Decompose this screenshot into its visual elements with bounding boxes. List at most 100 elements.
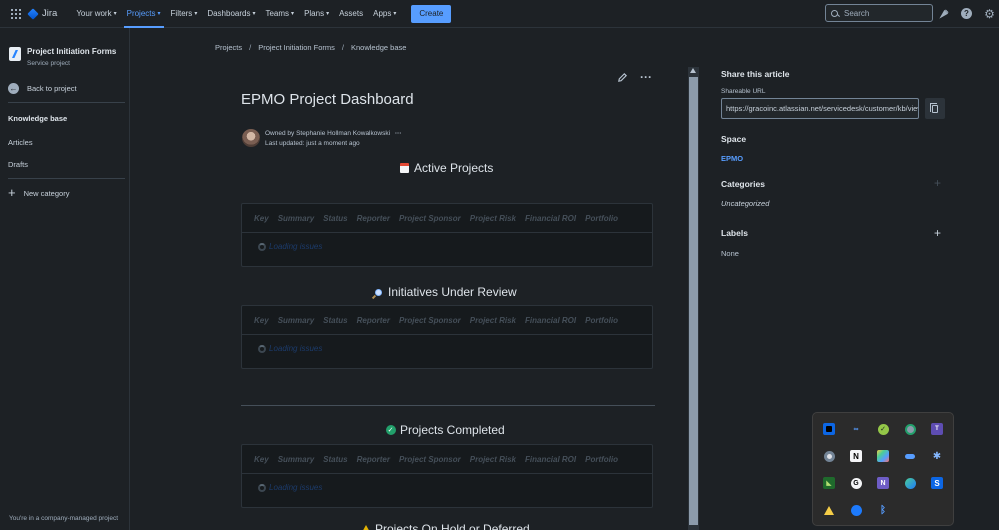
onenote-icon[interactable]: N: [877, 477, 889, 489]
edit-pencil-icon[interactable]: [617, 72, 628, 83]
section-title: Projects Completed: [400, 423, 505, 437]
sidebar-item-knowledge-base[interactable]: Knowledge base: [8, 114, 67, 123]
nav-apps[interactable]: Apps ▾: [368, 0, 401, 28]
nav-label: Filters: [170, 9, 193, 18]
sidebar: Project Initiation Forms Service project…: [0, 28, 130, 530]
column-header[interactable]: Project Sponsor: [399, 455, 461, 464]
column-header[interactable]: Key: [254, 455, 269, 464]
space-heading: Space: [721, 134, 747, 144]
column-header[interactable]: Reporter: [357, 214, 390, 223]
bluetooth-icon[interactable]: ᛒ: [877, 504, 889, 516]
search-input[interactable]: [844, 8, 929, 18]
column-header[interactable]: Portfolio: [585, 455, 618, 464]
nav-assets[interactable]: Assets: [334, 0, 368, 28]
breadcrumb-project[interactable]: Project Initiation Forms: [258, 43, 335, 52]
settings-icon[interactable]: ⚙: [983, 7, 996, 21]
globe-sync-icon[interactable]: [904, 423, 916, 435]
column-header[interactable]: Key: [254, 214, 269, 223]
app-switcher-icon[interactable]: [11, 8, 21, 19]
back-label: Back to project: [27, 84, 77, 93]
check-icon: ✓: [385, 425, 396, 436]
column-header[interactable]: Project Sponsor: [399, 214, 461, 223]
column-header[interactable]: Reporter: [357, 455, 390, 464]
add-label-icon[interactable]: +: [934, 227, 941, 239]
column-header[interactable]: Status: [323, 316, 347, 325]
sidebar-item-articles[interactable]: Articles: [8, 138, 33, 147]
column-header[interactable]: Financial ROI: [525, 316, 576, 325]
spinner-icon: [258, 344, 266, 353]
search-box[interactable]: [825, 4, 933, 22]
column-header[interactable]: Status: [323, 214, 347, 223]
issues-table: Key Summary Status Reporter Project Spon…: [241, 444, 653, 508]
chrome-icon[interactable]: [823, 450, 835, 462]
byline-more-icon[interactable]: ···: [395, 130, 402, 137]
nvidia-icon[interactable]: ◣: [823, 477, 835, 489]
column-header[interactable]: Project Sponsor: [399, 316, 461, 325]
column-header[interactable]: Financial ROI: [525, 214, 576, 223]
breadcrumb-projects[interactable]: Projects: [215, 43, 242, 52]
notion-icon[interactable]: N: [850, 450, 862, 462]
chevron-down-icon: ▾: [252, 11, 256, 17]
chevron-down-icon: ▾: [393, 11, 397, 17]
nav-dashboards[interactable]: Dashboards ▾: [202, 0, 260, 28]
column-header[interactable]: Summary: [278, 316, 314, 325]
create-button[interactable]: Create: [411, 4, 452, 23]
nav-your-work[interactable]: Your work ▾: [71, 0, 121, 28]
skype-icon[interactable]: S: [931, 477, 943, 489]
check-circle-icon[interactable]: ✓: [877, 423, 889, 435]
link-icon[interactable]: ∞: [850, 423, 862, 435]
column-header[interactable]: Portfolio: [585, 316, 618, 325]
breadcrumb-kb[interactable]: Knowledge base: [351, 43, 406, 52]
help-icon[interactable]: ?: [960, 7, 973, 20]
nav-label: Apps: [373, 9, 392, 18]
sidebar-item-drafts[interactable]: Drafts: [8, 160, 28, 169]
more-actions-icon[interactable]: ···: [640, 71, 652, 83]
column-header[interactable]: Project Risk: [470, 214, 516, 223]
edge-icon[interactable]: [904, 477, 916, 489]
column-header[interactable]: Status: [323, 455, 347, 464]
nav-teams[interactable]: Teams ▾: [260, 0, 299, 28]
column-header[interactable]: Portfolio: [585, 214, 618, 223]
section-heading-initiatives: Initiatives Under Review: [373, 285, 517, 299]
teams-icon[interactable]: T: [931, 423, 943, 435]
column-header[interactable]: Summary: [278, 214, 314, 223]
jira-logo[interactable]: Jira: [28, 8, 57, 19]
onedrive-icon[interactable]: [904, 450, 916, 462]
nav-projects[interactable]: Projects ▾: [122, 0, 166, 28]
app-blue-square-icon[interactable]: [823, 423, 835, 435]
back-to-project-link[interactable]: ← Back to project: [8, 83, 77, 94]
shareable-url-field[interactable]: [721, 98, 919, 119]
loading-text: Loading issues: [269, 242, 323, 251]
photos-icon[interactable]: [877, 450, 889, 462]
chat-icon[interactable]: [850, 504, 862, 516]
space-link[interactable]: EPMO: [721, 154, 743, 163]
share-heading: Share this article: [721, 69, 790, 79]
column-header[interactable]: Summary: [278, 455, 314, 464]
breadcrumb-separator: /: [341, 43, 344, 52]
column-header[interactable]: Reporter: [357, 316, 390, 325]
avatar[interactable]: [242, 129, 260, 147]
last-updated: Last updated: just a moment ago: [265, 139, 360, 147]
column-header[interactable]: Project Risk: [470, 455, 516, 464]
chevron-down-icon: ▾: [157, 11, 161, 17]
g-app-icon[interactable]: G: [850, 477, 862, 489]
scroll-thumb[interactable]: [689, 77, 698, 525]
back-arrow-icon: ←: [8, 83, 19, 94]
nav-plans[interactable]: Plans ▾: [299, 0, 334, 28]
column-header[interactable]: Project Risk: [470, 316, 516, 325]
categories-value: Uncategorized: [721, 199, 770, 208]
add-category-icon[interactable]: +: [934, 177, 941, 189]
spinner-icon: [258, 242, 266, 251]
new-category-button[interactable]: + New category: [8, 186, 69, 199]
project-header[interactable]: Project Initiation Forms Service project: [0, 28, 129, 67]
nav-filters[interactable]: Filters ▾: [166, 0, 203, 28]
column-header[interactable]: Key: [254, 316, 269, 325]
scrollbar[interactable]: [688, 67, 699, 530]
notifications-icon[interactable]: [938, 7, 951, 20]
gear-icon[interactable]: ✱: [931, 450, 943, 462]
warning-shield-icon[interactable]: [823, 504, 835, 516]
system-tray-overflow: ∞ ✓ T N ✱ ◣ G N S ᛒ: [812, 412, 954, 526]
column-header[interactable]: Financial ROI: [525, 455, 576, 464]
copy-url-button[interactable]: [925, 98, 945, 119]
scroll-up-arrow-icon[interactable]: [690, 68, 696, 73]
